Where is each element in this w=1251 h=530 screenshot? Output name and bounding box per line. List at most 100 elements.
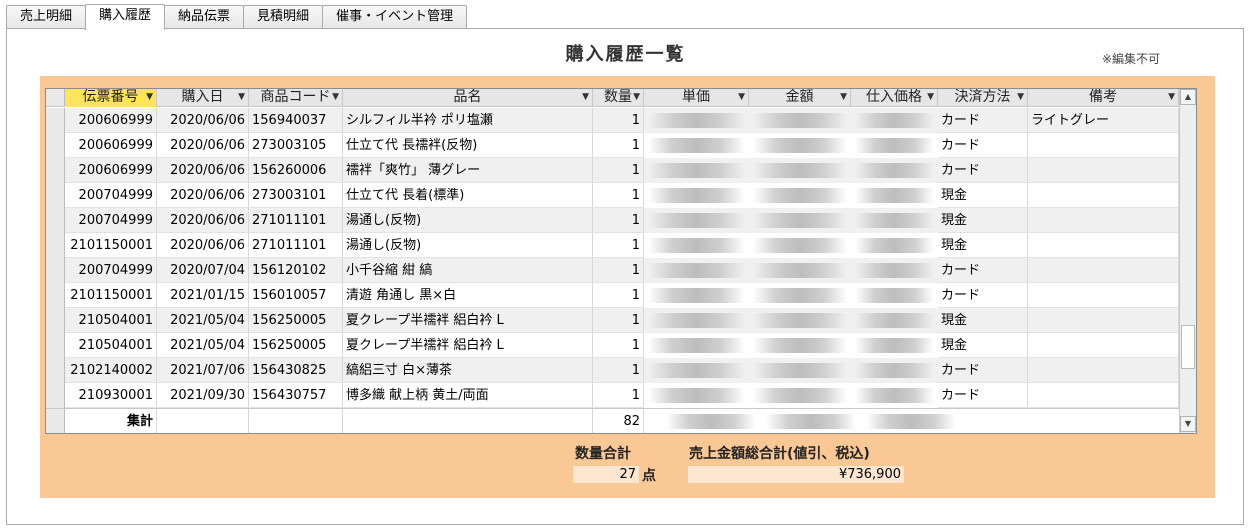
cell-qty: 1 [593,108,644,133]
tab-delivery-slip[interactable]: 納品伝票 [164,5,245,29]
table-row[interactable]: 200704999 2020/06/06 271011101 湯通し(反物) 1 現金 [46,208,1179,233]
column-header[interactable]: 品名 ▼ [343,89,593,107]
masked-value [855,288,934,303]
row-selector[interactable] [46,383,65,408]
tab-event-management[interactable]: 催事・イベント管理 [322,5,468,29]
row-selector[interactable] [46,333,65,358]
table-row[interactable]: 200704999 2020/07/04 156120102 小千谷縮 紺 縞 1 カード [46,258,1179,283]
total-empty [249,409,343,433]
masked-total-amount [766,414,856,429]
row-selector[interactable] [46,183,65,208]
masked-value [855,163,934,178]
masked-value [753,163,847,178]
row-selector[interactable] [46,308,65,333]
filter-dropdown-icon[interactable]: ▼ [582,89,589,106]
row-selector[interactable] [46,409,65,433]
cell-memo [1028,183,1179,208]
filter-dropdown-icon[interactable]: ▼ [332,89,339,106]
vertical-scrollbar[interactable]: ▲ ▼ [1179,89,1196,433]
masked-value [648,288,745,303]
scroll-up-icon[interactable]: ▲ [1180,89,1196,105]
cell-qty: 1 [593,333,644,358]
column-header-label: 商品コード [260,89,331,105]
table-row[interactable]: 210930001 2021/09/30 156430757 博多織 献上柄 黄土/両… [46,383,1179,408]
filter-dropdown-icon[interactable]: ▼ [840,89,847,106]
cell-pay: 現金 [938,333,1028,358]
filter-dropdown-icon[interactable]: ▼ [927,89,934,106]
cell-qty: 1 [593,158,644,183]
row-selector[interactable] [46,158,65,183]
table-row[interactable]: 200704999 2020/06/06 273003101 仕立て代 長着(標準) 1… [46,183,1179,208]
row-selector[interactable] [46,133,65,158]
table-row[interactable]: 2101150001 2020/06/06 271011101 湯通し(反物) 1 現金 [46,233,1179,258]
table-row[interactable]: 2101150001 2021/01/15 156010057 清遊 角通し 黒×白 1… [46,283,1179,308]
cell-memo [1028,308,1179,333]
cell-pay: カード [938,158,1028,183]
row-selector[interactable] [46,358,65,383]
table-row[interactable]: 210504001 2021/05/04 156250005 夏クレープ半襦袢 絽白衿… [46,308,1179,333]
masked-value [855,138,934,153]
cell-slip: 200606999 [65,108,157,133]
column-header[interactable]: 単価 ▼ [644,89,749,107]
cell-date: 2020/06/06 [157,133,249,158]
total-empty [157,409,249,433]
column-header[interactable]: 数量 ▼ [593,89,644,107]
column-header[interactable]: 備考 ▼ [1028,89,1179,107]
column-header[interactable]: 決済方法 ▼ [938,89,1028,107]
cell-slip: 2101150001 [65,283,157,308]
masked-value [753,313,847,328]
total-empty [343,409,593,433]
readonly-note: ※編集不可 [1102,52,1161,66]
cell-code: 271011101 [249,208,343,233]
cell-name: 湯通し(反物) [343,208,593,233]
masked-value [855,188,934,203]
cell-pay: カード [938,258,1028,283]
column-header[interactable]: 伝票番号 ▼ [65,89,157,107]
scroll-thumb[interactable] [1181,325,1195,369]
column-header[interactable]: 金額 ▼ [749,89,851,107]
masked-value [753,263,847,278]
table-row[interactable]: 210504001 2021/05/04 156250005 夏クレープ半襦袢 絽白衿… [46,333,1179,358]
cell-date: 2021/05/04 [157,308,249,333]
filter-dropdown-icon[interactable]: ▼ [1017,89,1024,106]
cell-memo [1028,208,1179,233]
masked-value [753,213,847,228]
cell-memo [1028,383,1179,408]
column-header[interactable]: 仕入価格 ▼ [851,89,938,107]
tab-purchase-history[interactable]: 購入履歴 [85,4,166,30]
filter-dropdown-icon[interactable]: ▼ [146,89,153,106]
masked-value [648,313,745,328]
filter-dropdown-icon[interactable]: ▼ [738,89,745,106]
tab-sales-detail[interactable]: 売上明細 [6,5,87,29]
column-header-label: 単価 [682,89,710,105]
cell-date: 2020/06/06 [157,183,249,208]
table-row[interactable]: 2102140002 2021/07/06 156430825 縞絽三寸 白×薄茶 1 カ… [46,358,1179,383]
cell-code: 156940037 [249,108,343,133]
filter-dropdown-icon[interactable]: ▼ [633,89,640,106]
cell-qty: 1 [593,258,644,283]
cell-pay: カード [938,358,1028,383]
column-header-label: 仕入価格 [866,89,922,105]
column-header[interactable]: 購入日 ▼ [157,89,249,107]
cell-code: 156260006 [249,158,343,183]
row-selector[interactable] [46,258,65,283]
cell-memo: ライトグレー [1028,108,1179,133]
row-selector[interactable] [46,233,65,258]
row-selector[interactable] [46,108,65,133]
select-all-corner[interactable] [46,89,65,106]
cell-name: 襦袢「爽竹」 薄グレー [343,158,593,183]
cell-qty: 1 [593,233,644,258]
column-header[interactable]: 商品コード ▼ [249,89,343,107]
table-row[interactable]: 200606999 2020/06/06 156940037 シルフィル半衿 ポリ塩瀬… [46,108,1179,133]
row-selector[interactable] [46,208,65,233]
scroll-down-icon[interactable]: ▼ [1180,416,1196,432]
masked-value [855,313,934,328]
tab-estimate-detail[interactable]: 見積明細 [243,5,324,29]
table-row[interactable]: 200606999 2020/06/06 156260006 襦袢「爽竹」 薄グレー 1… [46,158,1179,183]
table-row[interactable]: 200606999 2020/06/06 273003105 仕立て代 長襦袢(反物)… [46,133,1179,158]
filter-dropdown-icon[interactable]: ▼ [1168,89,1175,106]
cell-pay: 現金 [938,183,1028,208]
row-selector[interactable] [46,283,65,308]
filter-dropdown-icon[interactable]: ▼ [238,89,245,106]
column-header-label: 金額 [785,89,814,105]
